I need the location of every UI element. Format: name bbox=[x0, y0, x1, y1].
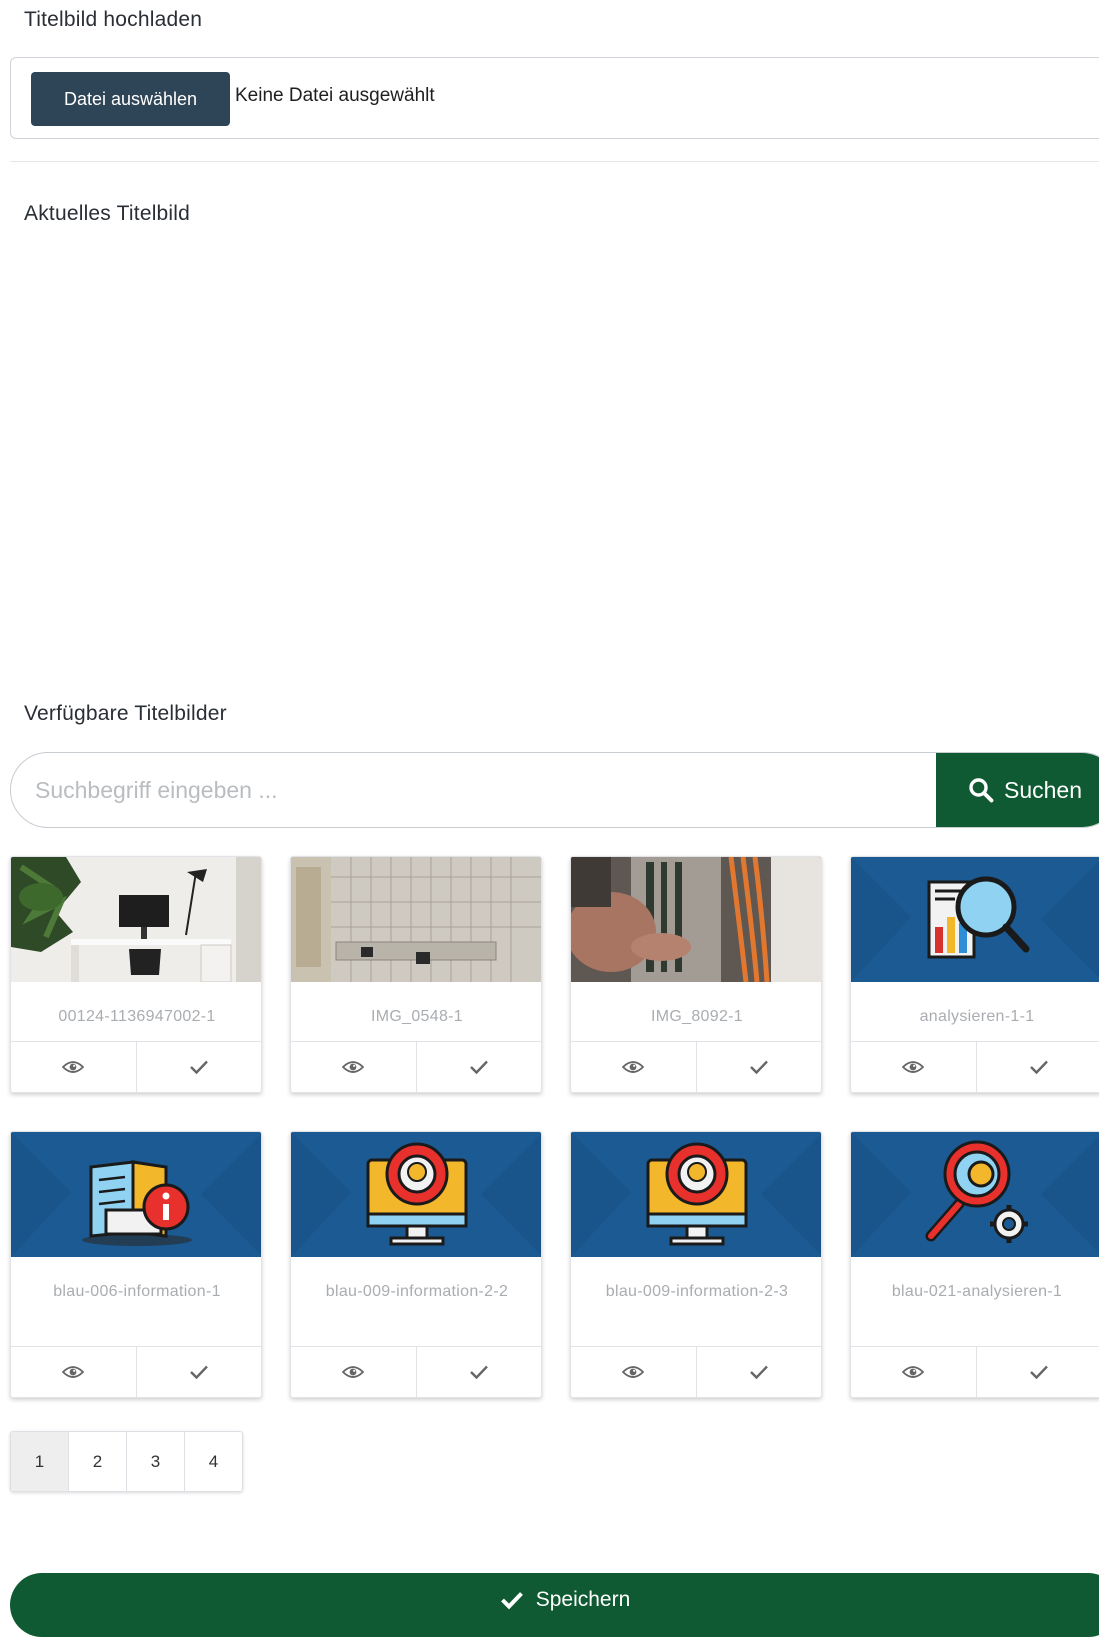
image-card: blau-006-information-1 bbox=[10, 1131, 262, 1398]
image-card: 00124-1136947002-1 bbox=[10, 856, 262, 1093]
upload-title: Titelbild hochladen bbox=[24, 8, 202, 32]
check-icon bbox=[189, 1364, 209, 1380]
preview-button[interactable] bbox=[571, 1042, 696, 1092]
image-name: analysieren-1-1 bbox=[851, 982, 1099, 1031]
eye-icon bbox=[62, 1060, 84, 1074]
preview-button[interactable] bbox=[571, 1347, 696, 1397]
check-icon bbox=[469, 1364, 489, 1380]
select-button[interactable] bbox=[136, 1347, 262, 1397]
preview-button[interactable] bbox=[291, 1347, 416, 1397]
image-name: blau-009-information-2-3 bbox=[571, 1257, 822, 1306]
select-button[interactable] bbox=[696, 1042, 822, 1092]
eye-icon bbox=[902, 1060, 924, 1074]
image-name: 00124-1136947002-1 bbox=[11, 982, 262, 1031]
search-input[interactable] bbox=[11, 753, 936, 827]
file-upload-field: Datei auswählen Keine Datei ausgewählt bbox=[10, 57, 1099, 139]
divider bbox=[10, 161, 1099, 162]
image-name: IMG_8092-1 bbox=[571, 982, 822, 1031]
preview-button[interactable] bbox=[851, 1042, 976, 1092]
eye-icon bbox=[622, 1365, 644, 1379]
page-button-3[interactable]: 3 bbox=[126, 1432, 184, 1491]
thumbnail-monitor-bulb-icon bbox=[291, 1132, 542, 1257]
preview-button[interactable] bbox=[291, 1042, 416, 1092]
image-name: IMG_0548-1 bbox=[291, 982, 542, 1031]
image-card: blau-009-information-2-2 bbox=[290, 1131, 542, 1398]
image-card: IMG_8092-1 bbox=[570, 856, 822, 1093]
thumbnail-photo-cables bbox=[571, 857, 822, 982]
thumbnail-monitor-bulb-icon bbox=[571, 1132, 822, 1257]
select-button[interactable] bbox=[416, 1042, 542, 1092]
preview-button[interactable] bbox=[851, 1347, 976, 1397]
image-name: blau-009-information-2-2 bbox=[291, 1257, 542, 1306]
image-card: IMG_0548-1 bbox=[290, 856, 542, 1093]
preview-button[interactable] bbox=[11, 1042, 136, 1092]
file-status: Keine Datei ausgewählt bbox=[235, 85, 435, 107]
available-images-title: Verfügbare Titelbilder bbox=[24, 702, 227, 726]
current-image-title: Aktuelles Titelbild bbox=[24, 202, 190, 226]
select-button[interactable] bbox=[976, 1347, 1099, 1397]
check-icon bbox=[1029, 1059, 1049, 1075]
eye-icon bbox=[342, 1365, 364, 1379]
page-button-1[interactable]: 1 bbox=[11, 1432, 68, 1491]
pagination: 1 2 3 4 bbox=[10, 1431, 243, 1492]
page-button-4[interactable]: 4 bbox=[184, 1432, 242, 1491]
preview-button[interactable] bbox=[11, 1347, 136, 1397]
image-name: blau-006-information-1 bbox=[11, 1257, 262, 1306]
thumbnail-photo-desk bbox=[11, 857, 262, 982]
check-icon bbox=[749, 1364, 769, 1380]
thumbnail-book-info-icon bbox=[11, 1132, 262, 1257]
eye-icon bbox=[622, 1060, 644, 1074]
check-icon bbox=[749, 1059, 769, 1075]
check-icon bbox=[1029, 1364, 1049, 1380]
save-button[interactable]: Speichern bbox=[10, 1573, 1099, 1637]
thumbnail-magnifier-gear-icon bbox=[851, 1132, 1099, 1257]
select-button[interactable] bbox=[976, 1042, 1099, 1092]
thumbnail-photo-panel bbox=[291, 857, 542, 982]
thumbnail-chart-magnifier-icon bbox=[851, 857, 1099, 982]
check-icon bbox=[469, 1059, 489, 1075]
search-icon bbox=[968, 777, 994, 803]
search-bar: Suchen bbox=[10, 752, 1099, 828]
choose-file-button[interactable]: Datei auswählen bbox=[31, 72, 230, 126]
eye-icon bbox=[62, 1365, 84, 1379]
search-button-label: Suchen bbox=[1004, 777, 1082, 804]
eye-icon bbox=[902, 1365, 924, 1379]
select-button[interactable] bbox=[696, 1347, 822, 1397]
page-button-2[interactable]: 2 bbox=[68, 1432, 126, 1491]
image-card: blau-009-information-2-3 bbox=[570, 1131, 822, 1398]
save-button-label: Speichern bbox=[536, 1588, 631, 1612]
search-button[interactable]: Suchen bbox=[936, 752, 1099, 828]
image-card: blau-021-analysieren-1 bbox=[850, 1131, 1099, 1398]
select-button[interactable] bbox=[136, 1042, 262, 1092]
image-name: blau-021-analysieren-1 bbox=[851, 1257, 1099, 1306]
check-icon bbox=[189, 1059, 209, 1075]
check-icon bbox=[500, 1590, 524, 1610]
image-card: analysieren-1-1 bbox=[850, 856, 1099, 1093]
select-button[interactable] bbox=[416, 1347, 542, 1397]
eye-icon bbox=[342, 1060, 364, 1074]
